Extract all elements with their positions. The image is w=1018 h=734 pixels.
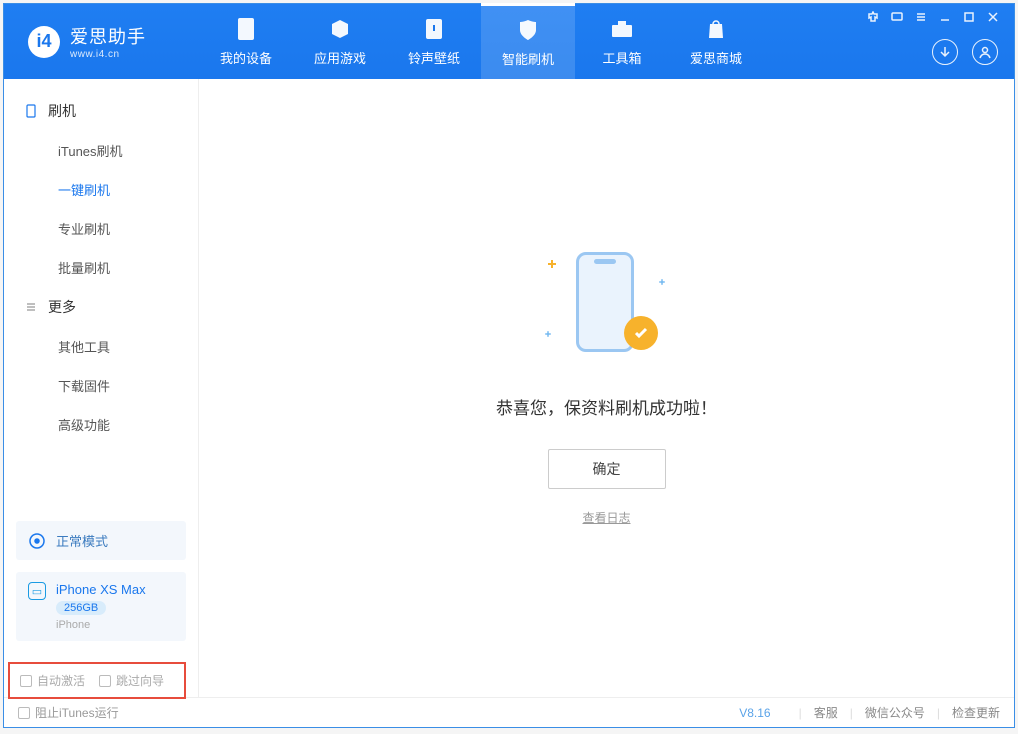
phone-outline-icon: [24, 104, 38, 118]
update-link[interactable]: 检查更新: [952, 704, 1000, 721]
mode-label: 正常模式: [56, 531, 108, 550]
bag-icon: [703, 16, 729, 42]
device-capacity: 256GB: [56, 601, 106, 615]
auto-activate-checkbox[interactable]: 自动激活: [20, 672, 85, 689]
phone-icon: [233, 16, 259, 42]
feedback-icon[interactable]: [890, 10, 904, 24]
sidebar-item-firmware[interactable]: 下载固件: [4, 366, 198, 405]
section-label: 更多: [48, 297, 76, 317]
footer: 阻止iTunes运行 V8.16 | 客服 | 微信公众号 | 检查更新: [4, 697, 1014, 727]
tab-label: 铃声壁纸: [408, 48, 460, 67]
tab-label: 智能刷机: [502, 49, 554, 68]
tab-label: 我的设备: [220, 48, 272, 67]
checkbox-label: 跳过向导: [116, 672, 164, 689]
tab-apps[interactable]: 应用游戏: [293, 4, 387, 79]
skip-guide-checkbox[interactable]: 跳过向导: [99, 672, 164, 689]
view-log-link[interactable]: 查看日志: [582, 509, 630, 526]
mode-indicator[interactable]: 正常模式: [16, 521, 186, 560]
checkbox-label: 自动激活: [37, 672, 85, 689]
tab-label: 应用游戏: [314, 48, 366, 67]
section-more: 更多: [4, 287, 198, 327]
music-icon: [421, 16, 447, 42]
cube-icon: [327, 16, 353, 42]
sidebar-item-batch[interactable]: 批量刷机: [4, 248, 198, 287]
list-icon: [24, 300, 38, 314]
section-label: 刷机: [48, 101, 76, 121]
header: i4 爱思助手 www.i4.cn 我的设备 应用游戏 铃声壁纸 智能刷机: [4, 4, 1014, 79]
download-icon[interactable]: [932, 39, 958, 65]
maximize-icon[interactable]: [962, 10, 976, 24]
nav-tabs: 我的设备 应用游戏 铃声壁纸 智能刷机 工具箱 爱思商城: [199, 4, 763, 79]
sidebar-item-other[interactable]: 其他工具: [4, 327, 198, 366]
wechat-link[interactable]: 微信公众号: [865, 704, 925, 721]
main-panel: 恭喜您，保资料刷机成功啦！ 确定 查看日志: [199, 79, 1014, 697]
sidebar-item-adv[interactable]: 高级功能: [4, 405, 198, 444]
flash-options-highlight: 自动激活 跳过向导: [8, 662, 186, 699]
device-card[interactable]: ▭ iPhone XS Max 256GB iPhone: [16, 572, 186, 641]
window-controls: [866, 4, 1004, 24]
ok-button[interactable]: 确定: [548, 449, 666, 489]
tab-label: 爱思商城: [690, 48, 742, 67]
tab-ring[interactable]: 铃声壁纸: [387, 4, 481, 79]
tab-device[interactable]: 我的设备: [199, 4, 293, 79]
success-message: 恭喜您，保资料刷机成功啦！: [496, 394, 717, 419]
device-icon: ▭: [28, 582, 46, 600]
minimize-icon[interactable]: [938, 10, 952, 24]
version-label: V8.16: [739, 706, 770, 720]
check-badge-icon: [624, 316, 658, 350]
sidebar-item-pro[interactable]: 专业刷机: [4, 209, 198, 248]
app-url: www.i4.cn: [70, 49, 146, 60]
sidebar-item-onekey[interactable]: 一键刷机: [4, 170, 198, 209]
toolbox-icon: [609, 16, 635, 42]
user-icon[interactable]: [972, 39, 998, 65]
device-type: iPhone: [56, 619, 146, 631]
section-flash: 刷机: [4, 91, 198, 131]
checkbox-label: 阻止iTunes运行: [35, 704, 119, 721]
support-link[interactable]: 客服: [814, 704, 838, 721]
tab-tools[interactable]: 工具箱: [575, 4, 669, 79]
success-illustration: [542, 250, 672, 360]
sidebar: 刷机 iTunes刷机 一键刷机 专业刷机 批量刷机 更多 其他工具 下载固件 …: [4, 79, 199, 697]
device-name: iPhone XS Max: [56, 582, 146, 597]
tab-store[interactable]: 爱思商城: [669, 4, 763, 79]
logo: i4 爱思助手 www.i4.cn: [4, 4, 199, 79]
tab-flash[interactable]: 智能刷机: [481, 3, 575, 79]
app-name: 爱思助手: [70, 23, 146, 49]
skin-icon[interactable]: [866, 10, 880, 24]
tab-label: 工具箱: [602, 48, 641, 67]
sidebar-item-itunes[interactable]: iTunes刷机: [4, 131, 198, 170]
close-icon[interactable]: [986, 10, 1000, 24]
block-itunes-checkbox[interactable]: 阻止iTunes运行: [18, 704, 119, 721]
menu-icon[interactable]: [914, 10, 928, 24]
mode-icon: [28, 532, 46, 550]
logo-icon: i4: [28, 26, 60, 58]
shield-icon: [515, 17, 541, 43]
